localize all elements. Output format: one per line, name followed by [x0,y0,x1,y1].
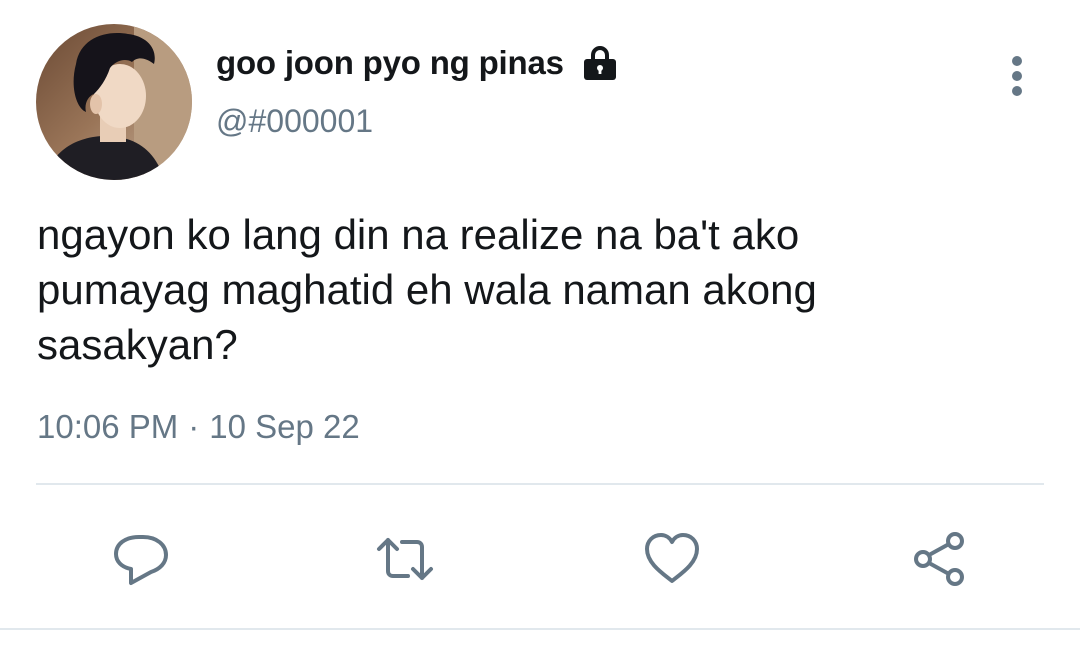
share-button[interactable] [904,524,974,594]
more-options-button[interactable] [1000,52,1034,100]
user-handle[interactable]: @#000001 [216,103,373,140]
tweet-time: 10:06 PM [37,408,179,445]
like-button[interactable] [637,524,707,594]
share-icon [914,532,964,586]
heart-icon [645,533,699,583]
bottom-divider [0,628,1080,630]
tweet-text: ngayon ko lang din na realize na ba't ak… [37,211,817,368]
retweet-icon [377,538,433,580]
meta-separator: · [188,408,200,445]
divider [36,483,1044,485]
vertical-dots-icon [1012,56,1022,96]
avatar-photo [36,24,192,180]
display-name[interactable]: goo joon pyo ng pinas [216,44,564,82]
speech-bubble-icon [114,535,168,585]
lock-icon [580,43,620,83]
display-name-row[interactable]: goo joon pyo ng pinas [216,40,620,86]
reply-button[interactable] [106,524,176,594]
tweet-timestamp[interactable]: 10:06 PM · 10 Sep 22 [37,408,360,446]
retweet-button[interactable] [370,524,440,594]
tweet-date: 10 Sep 22 [209,408,360,445]
avatar[interactable] [36,24,192,180]
